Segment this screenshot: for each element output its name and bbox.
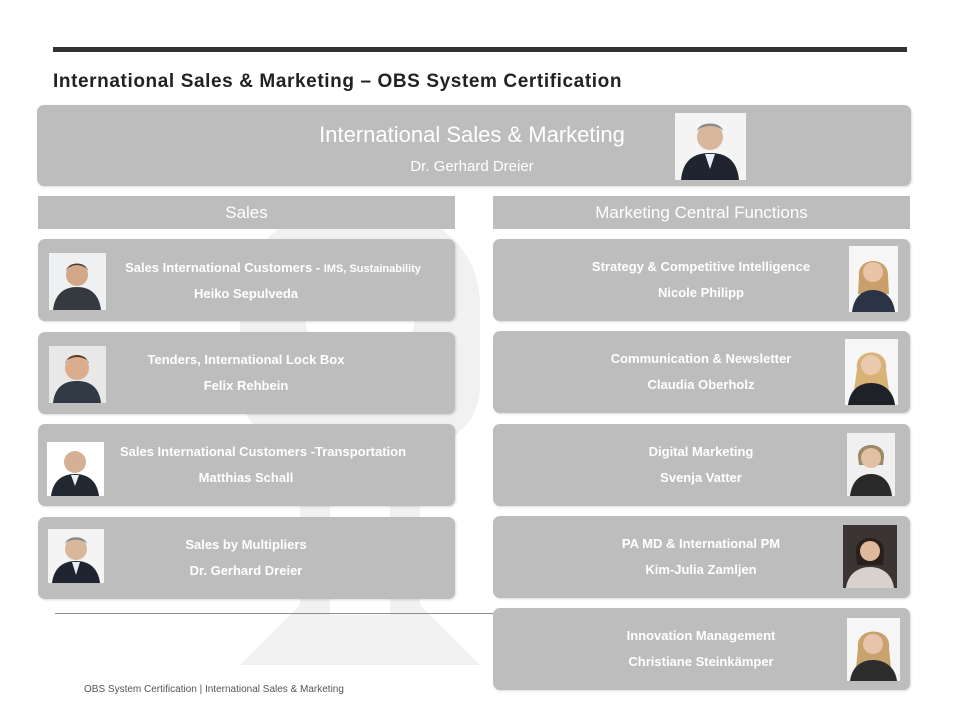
- page-title: International Sales & Marketing – OBS Sy…: [53, 71, 623, 92]
- marketing-card-title: Strategy & Competitive Intelligence: [591, 259, 811, 274]
- sales-card-3: Sales by Multipliers Dr. Gerhard Dreier: [38, 517, 455, 599]
- marketing-card-name: Kim-Julia Zamljen: [645, 562, 757, 577]
- marketing-card-1: Communication & Newsletter Claudia Oberh…: [493, 331, 910, 413]
- sales-card-name: Felix Rehbein: [203, 378, 289, 393]
- woman-portrait-icon: [843, 525, 897, 588]
- marketing-card-title: Innovation Management: [626, 628, 776, 643]
- sales-header: Sales: [38, 196, 455, 229]
- marketing-card-2: Digital Marketing Svenja Vatter: [493, 424, 910, 506]
- man-portrait-icon: [47, 442, 104, 496]
- sales-card-name: Dr. Gerhard Dreier: [189, 563, 303, 578]
- woman-portrait-icon: [847, 618, 900, 681]
- marketing-card-4: Innovation Management Christiane Steinkä…: [493, 608, 910, 690]
- woman-portrait-icon: [849, 246, 898, 312]
- woman-portrait-icon: [847, 433, 895, 496]
- sales-card-name: Heiko Sepulveda: [193, 286, 299, 301]
- head-title: International Sales & Marketing: [319, 122, 625, 147]
- marketing-card-title: Digital Marketing: [648, 444, 754, 459]
- marketing-card-name: Christiane Steinkämper: [628, 654, 774, 669]
- sales-card-name: Matthias Schall: [198, 470, 294, 485]
- sales-card-title: Tenders, International Lock Box: [147, 352, 345, 367]
- sales-card-title: Sales by Multipliers: [185, 537, 307, 552]
- marketing-card-0: Strategy & Competitive Intelligence Nico…: [493, 239, 910, 321]
- footer: OBS System Certification | International…: [84, 684, 344, 695]
- sales-card-2: Sales International Customers -Transport…: [38, 424, 455, 506]
- marketing-card-title: Communication & Newsletter: [610, 351, 792, 366]
- head-name: Dr. Gerhard Dreier: [410, 158, 534, 175]
- marketing-card-3: PA MD & International PM Kim-Julia Zamlj…: [493, 516, 910, 598]
- marketing-card-name: Nicole Philipp: [658, 285, 744, 300]
- marketing-card-name: Claudia Oberholz: [647, 377, 755, 392]
- sales-card-title: Sales International Customers -Transport…: [119, 444, 407, 459]
- man-portrait-icon: [49, 253, 106, 310]
- bottom-rule: [55, 613, 493, 614]
- head-box: International Sales & Marketing Dr. Gerh…: [37, 105, 911, 186]
- sales-card-0: Sales International Customers - IMS, Sus…: [38, 239, 455, 321]
- top-rule: [53, 47, 907, 52]
- marketing-card-name: Svenja Vatter: [660, 470, 742, 485]
- woman-portrait-icon: [845, 339, 898, 405]
- marketing-header: Marketing Central Functions: [493, 196, 910, 229]
- sales-card-1: Tenders, International Lock Box Felix Re…: [38, 332, 455, 414]
- man-portrait-icon: [675, 113, 746, 180]
- marketing-card-title: PA MD & International PM: [621, 536, 781, 551]
- sales-card-title: Sales International Customers - IMS, Sus…: [125, 260, 421, 275]
